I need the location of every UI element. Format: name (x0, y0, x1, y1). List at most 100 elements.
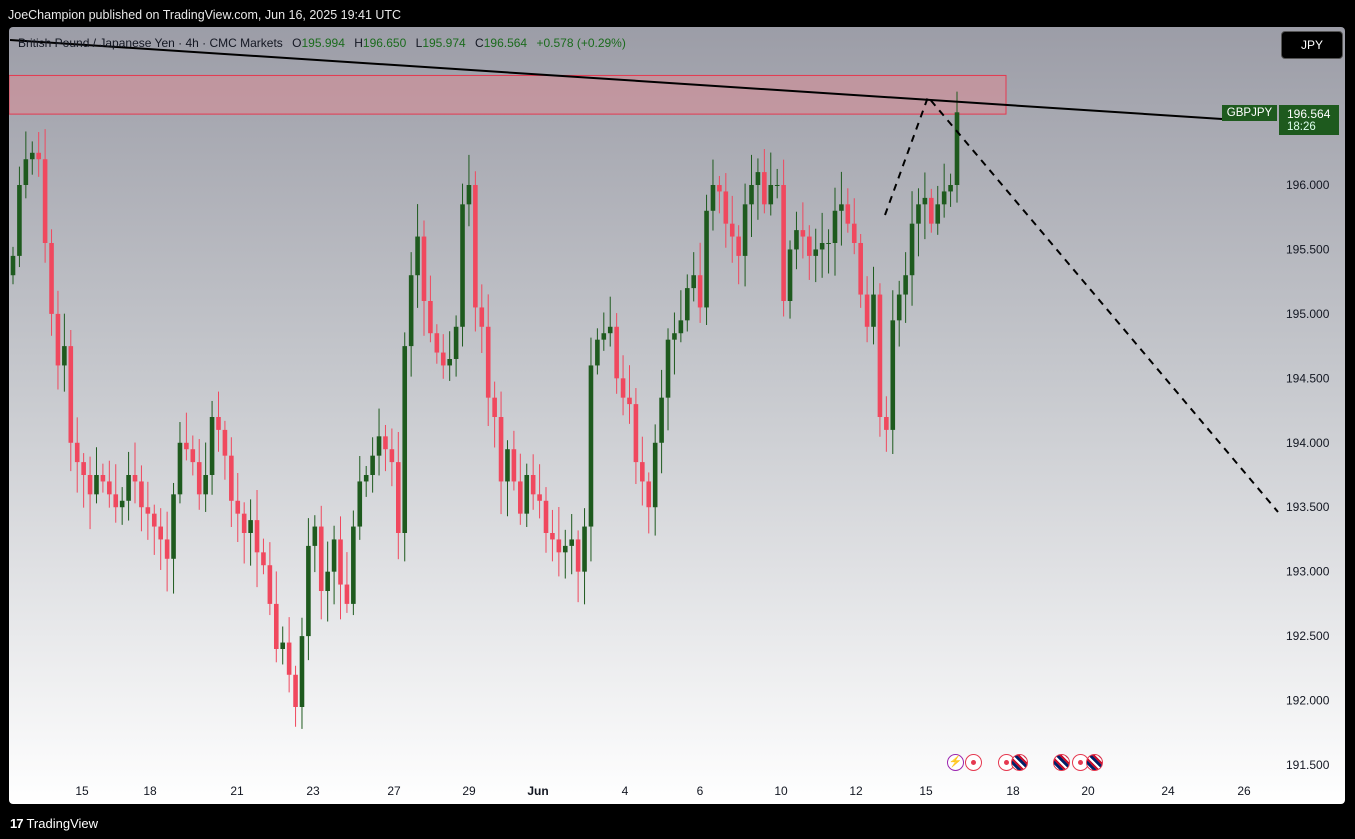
red-dot-icon[interactable] (965, 754, 982, 771)
candle-up (280, 642, 286, 649)
candle-down (620, 378, 626, 398)
candle-up (755, 172, 761, 185)
candle-up (10, 255, 16, 276)
price-tick-label: 194.000 (1286, 436, 1330, 450)
change-value: +0.578 (+0.29%) (536, 36, 626, 50)
last-price: 196.564 (1287, 107, 1331, 121)
candle-down (139, 481, 144, 508)
tradingview-logo-icon: 17 (10, 816, 24, 831)
candle-down (74, 442, 80, 463)
candle-down (781, 185, 786, 301)
candle-down (575, 539, 581, 572)
candle-down (697, 275, 703, 308)
candle-down (550, 533, 555, 540)
publish-line: JoeChampion published on TradingView.com… (8, 8, 402, 22)
time-axis-label: 4 (622, 784, 629, 798)
candle-up (171, 494, 176, 559)
chart-area[interactable]: 196.000 195.500 195.000 194.500 194.000 193.5… (9, 27, 1345, 804)
candle-up (607, 326, 613, 334)
candle-up (684, 288, 690, 321)
candle-up (524, 475, 530, 514)
candle-up (652, 442, 658, 508)
candle-up (306, 545, 311, 637)
candle-down (273, 603, 279, 649)
candle-down (344, 584, 350, 604)
candle-up (331, 539, 337, 572)
candle-up (659, 397, 664, 443)
candle-down (49, 243, 54, 314)
candle-down (286, 642, 292, 675)
candle-down (806, 236, 812, 256)
candle-down (530, 475, 536, 495)
candle-up (710, 185, 716, 211)
candle-down (55, 313, 61, 366)
candle-down (216, 417, 221, 430)
candle-down (511, 449, 517, 482)
price-tick-label: 193.500 (1286, 500, 1330, 514)
price-tick-label: 193.000 (1286, 565, 1330, 579)
price-tick-label: 195.500 (1286, 242, 1330, 256)
close-value: 196.564 (483, 36, 528, 50)
candle-up (505, 449, 510, 482)
uk-flag-icon[interactable] (1053, 754, 1070, 771)
tradingview-logo[interactable]: 17 TradingView (10, 816, 98, 831)
candle-down (145, 507, 151, 514)
candle-down (851, 223, 857, 243)
candle-down (383, 436, 388, 450)
candle-up (774, 185, 780, 186)
candle-up (582, 526, 587, 572)
candle-down (485, 326, 491, 398)
candle-up (819, 243, 825, 250)
candle-down (36, 152, 41, 160)
candle-up (672, 333, 677, 340)
bar-countdown: 18:26 (1287, 121, 1316, 133)
candle-down (158, 526, 164, 540)
projection-dashed-line (884, 95, 1279, 513)
candle-up (447, 359, 452, 366)
candlestick-chart[interactable]: 196.000 195.500 195.000 194.500 194.000 193.5… (9, 27, 1345, 804)
high-label: H (354, 36, 363, 50)
high-value: 196.650 (362, 36, 407, 50)
currency-button[interactable]: JPY (1281, 31, 1343, 59)
candle-down (543, 500, 549, 533)
low-value: 195.974 (422, 36, 466, 50)
price-tick-label: 196.000 (1286, 178, 1330, 192)
candle-up (466, 185, 472, 205)
bolt-icon[interactable]: ⚡ (947, 754, 964, 771)
price-tick-label: 192.500 (1286, 629, 1330, 643)
candle-up (562, 545, 568, 553)
time-axis-label: 18 (143, 784, 157, 798)
candle-down (132, 475, 138, 482)
candle-up (896, 294, 902, 321)
candle-up (948, 185, 953, 192)
candle-up (415, 236, 420, 276)
time-axis-label: 21 (230, 784, 244, 798)
candle-down (440, 352, 446, 366)
candle-down (68, 346, 74, 443)
candle-down (877, 294, 883, 417)
candle-up (312, 526, 318, 546)
uk-flag-icon[interactable] (1011, 754, 1028, 771)
candle-up (954, 112, 960, 185)
candle-down (762, 172, 767, 205)
candle-down (473, 185, 478, 308)
candle-down (107, 481, 112, 495)
candle-up (408, 275, 414, 347)
instrument-name: British Pound / Japanese Yen · 4h · CMC … (18, 36, 283, 50)
brand-name: TradingView (26, 816, 99, 831)
candle-down (338, 539, 343, 585)
candle-up (691, 275, 697, 289)
price-tick-label: 194.500 (1286, 371, 1330, 385)
candle-up (23, 159, 29, 185)
candle-up (62, 346, 67, 366)
candle-up (363, 475, 369, 482)
candle-down (421, 236, 427, 301)
candle-up (768, 185, 774, 205)
candle-up (29, 152, 35, 160)
candle-up (376, 436, 382, 456)
candle-down (293, 674, 298, 707)
candle-up (453, 326, 459, 359)
time-axis-label: 23 (306, 784, 320, 798)
time-axis-label: 10 (774, 784, 788, 798)
uk-flag-icon[interactable] (1086, 754, 1103, 771)
